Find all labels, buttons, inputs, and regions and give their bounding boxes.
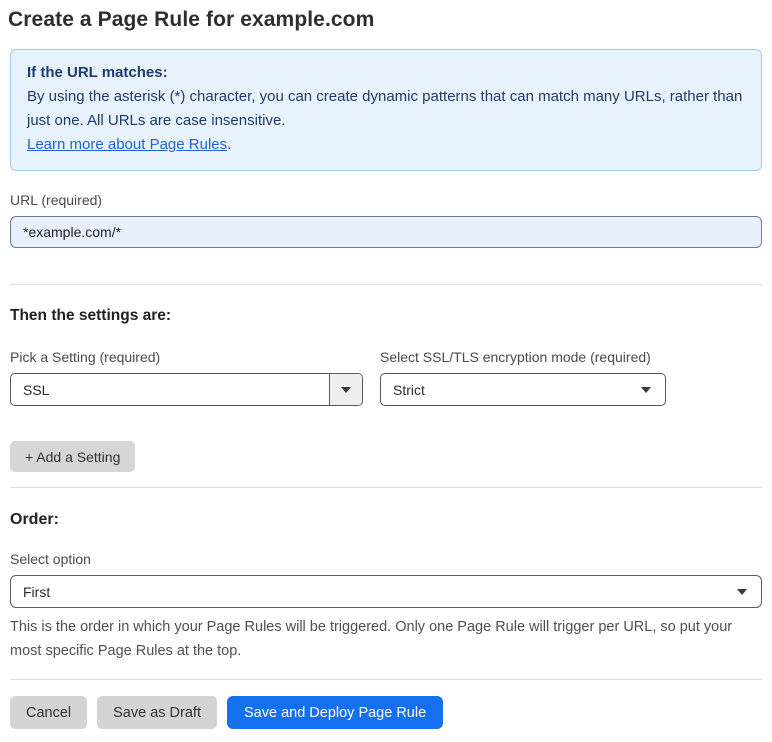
settings-row: Pick a Setting (required) SSL Select SSL… [10, 349, 762, 406]
divider [10, 679, 762, 680]
url-field-label: URL (required) [10, 192, 103, 208]
url-match-info-box: If the URL matches: By using the asteris… [10, 49, 762, 171]
page-rule-form: Create a Page Rule for example.com If th… [0, 0, 772, 742]
setting-select-arrow-segment[interactable] [329, 374, 362, 405]
chevron-down-icon [737, 588, 747, 595]
info-box-link-line: Learn more about Page Rules. [27, 133, 745, 157]
save-draft-button[interactable]: Save as Draft [97, 696, 217, 729]
learn-more-link[interactable]: Learn more about Page Rules [27, 136, 227, 153]
cancel-button[interactable]: Cancel [10, 696, 88, 729]
info-box-heading: If the URL matches: [27, 64, 168, 81]
order-select[interactable]: First [10, 575, 762, 608]
mode-select-label: Select SSL/TLS encryption mode (required… [380, 349, 651, 365]
order-select-label: Select option [10, 551, 91, 567]
page-title: Create a Page Rule for example.com [8, 8, 375, 31]
ssl-mode-select[interactable]: Strict [380, 373, 666, 406]
url-input[interactable] [10, 216, 762, 248]
setting-column: Pick a Setting (required) SSL [10, 349, 363, 406]
order-help-text: This is the order in which your Page Rul… [10, 619, 733, 659]
order-section-heading: Order: [10, 511, 59, 528]
setting-select-value: SSL [23, 381, 50, 398]
link-suffix: . [227, 136, 232, 153]
order-select-value: First [23, 583, 51, 600]
footer-actions: Cancel Save as Draft Save and Deploy Pag… [10, 696, 762, 729]
mode-column: Select SSL/TLS encryption mode (required… [380, 349, 666, 406]
setting-select[interactable]: SSL [10, 373, 363, 406]
setting-select-label: Pick a Setting (required) [10, 349, 161, 365]
chevron-down-icon [341, 386, 351, 393]
mode-select-value: Strict [393, 381, 425, 398]
divider [10, 487, 762, 488]
chevron-down-icon [641, 386, 651, 393]
save-deploy-button[interactable]: Save and Deploy Page Rule [226, 696, 444, 729]
settings-section-heading: Then the settings are: [10, 307, 172, 324]
add-setting-button[interactable]: + Add a Setting [10, 441, 136, 472]
info-box-body: By using the asterisk (*) character, you… [27, 88, 743, 129]
divider [10, 284, 762, 285]
